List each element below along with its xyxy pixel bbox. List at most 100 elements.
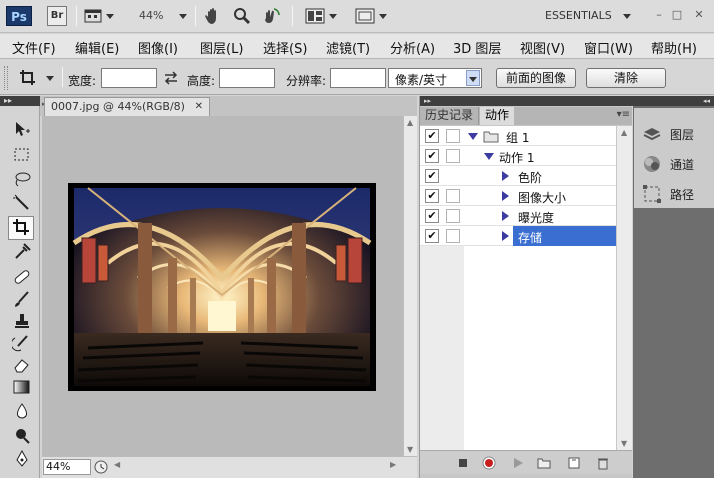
close-document-icon[interactable]: ✕ bbox=[195, 98, 203, 116]
scroll-left-icon[interactable]: ◀ bbox=[114, 460, 120, 469]
toggle-checkbox[interactable]: ✔ bbox=[425, 149, 439, 163]
front-image-button[interactable]: 前面的图像 bbox=[496, 68, 576, 88]
menu-view[interactable]: 视图(V) bbox=[520, 38, 565, 57]
status-info-button[interactable] bbox=[94, 460, 108, 474]
maximize-button[interactable]: □ bbox=[670, 8, 684, 22]
options-bar-grip[interactable] bbox=[4, 66, 8, 90]
clear-button[interactable]: 清除 bbox=[586, 68, 666, 88]
zoom-tool-button[interactable] bbox=[233, 7, 251, 25]
toggle-checkbox[interactable]: ✔ bbox=[425, 229, 439, 243]
actions-scrollbar[interactable]: ▲ ▼ bbox=[616, 126, 632, 450]
healing-brush-tool[interactable] bbox=[10, 268, 34, 288]
view-extras-button[interactable] bbox=[84, 8, 116, 24]
expand-right-icon[interactable] bbox=[502, 171, 509, 181]
workspace-switcher[interactable]: ESSENTIALS bbox=[545, 9, 632, 22]
screen-mode-button[interactable] bbox=[355, 8, 389, 24]
toggle-checkbox[interactable]: ✔ bbox=[425, 129, 439, 143]
church-interior-photo bbox=[72, 187, 372, 386]
swap-dimensions-button[interactable] bbox=[163, 71, 179, 85]
menu-file[interactable]: 文件(F) bbox=[12, 38, 56, 57]
pen-tool[interactable] bbox=[10, 449, 34, 470]
action-step-row[interactable]: ✔ 色阶 bbox=[420, 166, 616, 186]
record-icon[interactable] bbox=[482, 456, 496, 470]
scroll-down-icon[interactable]: ▼ bbox=[407, 445, 413, 454]
menu-image[interactable]: 图像(I) bbox=[138, 38, 178, 57]
menu-layer[interactable]: 图层(L) bbox=[200, 38, 243, 57]
clone-stamp-tool[interactable] bbox=[10, 312, 34, 332]
action-step-label: 曝光度 bbox=[518, 211, 555, 225]
resolution-unit-select[interactable]: 像素/英寸 bbox=[388, 68, 482, 88]
eyedropper-tool[interactable] bbox=[10, 242, 34, 262]
bridge-launch-button[interactable]: Br bbox=[47, 6, 67, 26]
gradient-tool[interactable] bbox=[10, 378, 34, 398]
action-step-row-selected[interactable]: ✔ 存储 bbox=[420, 226, 616, 246]
dialog-toggle-checkbox[interactable] bbox=[446, 129, 460, 143]
scroll-right-icon[interactable]: ▶ bbox=[390, 460, 396, 469]
resolution-input[interactable] bbox=[330, 68, 386, 88]
action-step-row[interactable]: ✔ 曝光度 bbox=[420, 206, 616, 226]
hand-tool-button[interactable] bbox=[204, 7, 222, 25]
menu-analysis[interactable]: 分析(A) bbox=[390, 38, 435, 57]
rotate-view-tool-button[interactable] bbox=[262, 7, 280, 25]
action-step-row[interactable]: ✔ 图像大小 bbox=[420, 186, 616, 206]
new-action-icon[interactable] bbox=[567, 456, 581, 470]
menu-select[interactable]: 选择(S) bbox=[263, 38, 307, 57]
dock-item-paths[interactable]: 路径 bbox=[634, 180, 714, 208]
status-zoom-field[interactable]: 44% bbox=[43, 459, 91, 475]
width-input[interactable] bbox=[101, 68, 157, 88]
menu-3d[interactable]: 3D 图层 bbox=[453, 38, 501, 57]
menu-window[interactable]: 窗口(W) bbox=[584, 38, 633, 57]
stop-recording-icon[interactable] bbox=[456, 456, 470, 470]
dialog-toggle-checkbox[interactable] bbox=[446, 189, 460, 203]
scroll-up-icon[interactable]: ▲ bbox=[621, 128, 627, 137]
crop-tool[interactable] bbox=[8, 216, 34, 240]
history-brush-tool[interactable] bbox=[10, 334, 34, 354]
action-row[interactable]: ✔ 动作 1 bbox=[420, 146, 616, 166]
new-set-folder-icon[interactable] bbox=[537, 456, 551, 470]
minimize-button[interactable]: – bbox=[652, 8, 666, 22]
eraser-tool[interactable] bbox=[10, 356, 34, 376]
tab-actions[interactable]: 动作 bbox=[480, 107, 515, 125]
move-tool[interactable] bbox=[10, 120, 34, 140]
dock-item-layers[interactable]: 图层 bbox=[634, 120, 714, 148]
document-tab[interactable]: 0007.jpg @ 44%(RGB/8) ✕ bbox=[44, 97, 210, 116]
expand-right-icon[interactable] bbox=[502, 231, 509, 241]
magic-wand-tool[interactable] bbox=[10, 194, 34, 214]
toggle-checkbox[interactable]: ✔ bbox=[425, 169, 439, 183]
action-set-row[interactable]: ✔ 组 1 bbox=[420, 126, 616, 146]
menu-filter[interactable]: 滤镜(T) bbox=[326, 38, 370, 57]
play-icon[interactable] bbox=[511, 456, 525, 470]
scroll-down-icon[interactable]: ▼ bbox=[621, 439, 627, 448]
actions-list[interactable]: ✔ 组 1 ✔ 动作 1 ✔ 色阶 ✔ 图像大小 ✔ 曝光度 ✔ 存储 bbox=[420, 126, 632, 450]
dodge-tool[interactable] bbox=[10, 426, 34, 446]
menu-edit[interactable]: 编辑(E) bbox=[75, 38, 119, 57]
document-vertical-scrollbar[interactable]: ▲ ▼ bbox=[403, 116, 417, 456]
dialog-toggle-checkbox[interactable] bbox=[446, 149, 460, 163]
tools-panel-header[interactable]: ▸▸ bbox=[0, 96, 40, 106]
toggle-checkbox[interactable]: ✔ bbox=[425, 209, 439, 223]
zoom-level-dropdown[interactable]: 44% bbox=[139, 9, 187, 22]
height-input[interactable] bbox=[219, 68, 275, 88]
dialog-toggle-checkbox[interactable] bbox=[446, 229, 460, 243]
expand-right-icon[interactable] bbox=[502, 191, 509, 201]
blur-tool[interactable] bbox=[10, 402, 34, 422]
brush-tool[interactable] bbox=[10, 290, 34, 310]
tab-history[interactable]: 历史记录 bbox=[420, 107, 480, 125]
panel-header[interactable]: ▸▸ bbox=[420, 96, 633, 106]
scroll-up-icon[interactable]: ▲ bbox=[407, 118, 413, 127]
arrange-documents-button[interactable] bbox=[305, 8, 339, 24]
marquee-tool[interactable] bbox=[10, 146, 34, 166]
lasso-tool[interactable] bbox=[10, 170, 34, 190]
panel-menu-icon[interactable]: ▾≡ bbox=[617, 109, 630, 120]
expand-down-icon[interactable] bbox=[468, 133, 478, 140]
trash-icon[interactable] bbox=[596, 456, 610, 470]
expand-right-icon[interactable] bbox=[502, 211, 509, 221]
dock-item-channels[interactable]: 通道 bbox=[634, 150, 714, 178]
tool-preset-picker[interactable] bbox=[18, 68, 58, 88]
dock-header[interactable]: ◂◂ bbox=[633, 96, 714, 106]
dialog-toggle-checkbox[interactable] bbox=[446, 209, 460, 223]
expand-down-icon[interactable] bbox=[484, 153, 494, 160]
close-window-button[interactable]: ✕ bbox=[692, 8, 706, 22]
menu-help[interactable]: 帮助(H) bbox=[651, 38, 697, 57]
toggle-checkbox[interactable]: ✔ bbox=[425, 189, 439, 203]
